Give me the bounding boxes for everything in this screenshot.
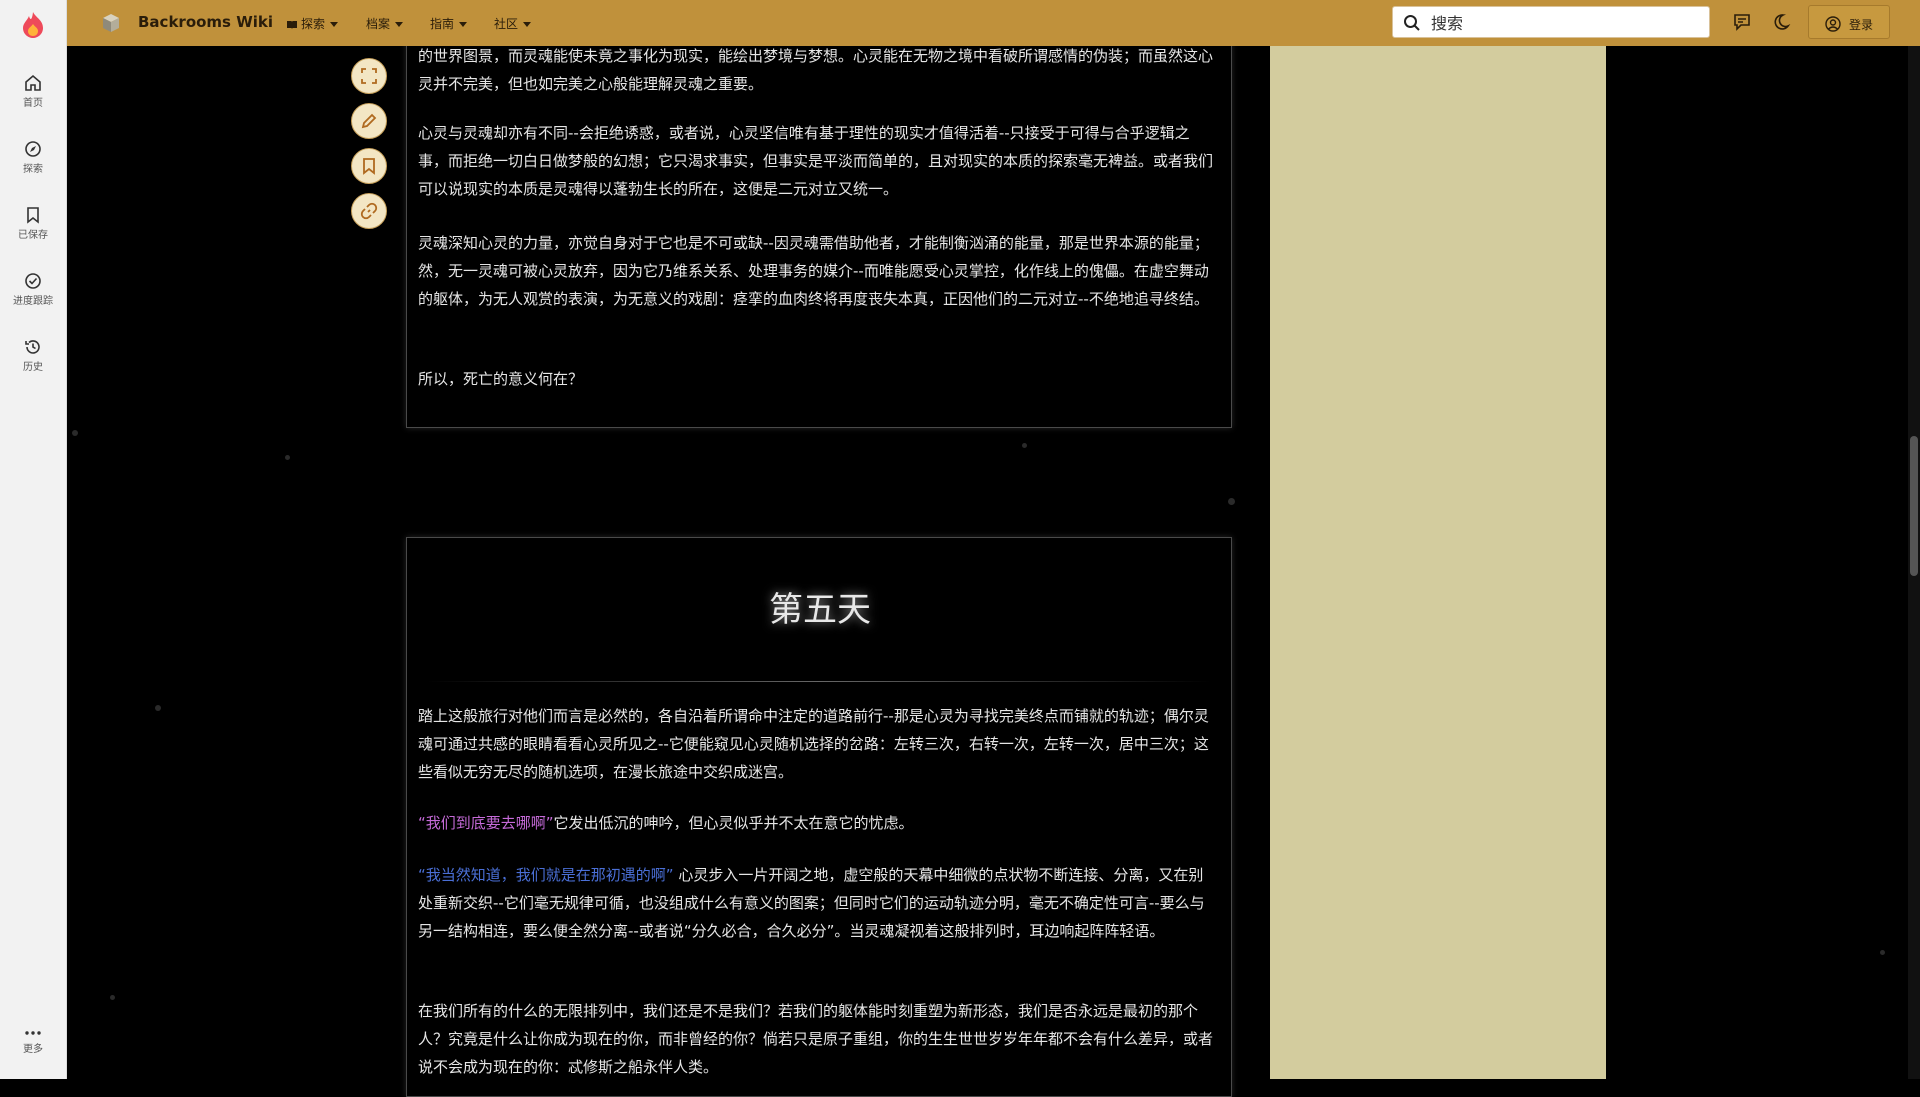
left-rail: 首页 探索 已保存 进度跟踪 历史 更多 <box>0 0 67 1079</box>
paragraph: 心灵与灵魂却亦有不同--会拒绝诱惑，或者说，心灵坚信唯有基于理性的现实才值得活着… <box>418 124 1214 198</box>
paragraph-text: 它发出低沉的呻吟，但心灵似乎并不太在意它的忧虑。 <box>553 814 914 832</box>
quote-pink: “我们到底要去哪啊” <box>418 814 554 832</box>
paragraph: 灵魂深知心灵的力量，亦觉自身对于它也是不可或缺--因灵魂需借助他者，才能制衡汹涌… <box>418 234 1209 308</box>
rail-item-explore[interactable]: 探索 <box>0 140 66 175</box>
site-logo-icon[interactable] <box>18 10 48 40</box>
site-title[interactable]: Backrooms Wiki <box>138 13 273 31</box>
nav-label: 探索 <box>301 17 326 31</box>
copy-link-button[interactable] <box>351 193 387 229</box>
section-heading: 第五天 <box>769 590 871 630</box>
content-box-day4: 的世界图景，而灵魂能使未竟之事化为现实，能绘出梦境与梦想。心灵能在无物之境中看破… <box>406 30 1232 428</box>
background-star <box>1022 443 1027 448</box>
paragraph-quote-pink: “我们到底要去哪啊”它发出低沉的呻吟，但心灵似乎并不太在意它的忧虑。 <box>418 809 1218 837</box>
rail-item-label: 更多 <box>23 1044 43 1055</box>
background-star <box>155 705 161 711</box>
history-icon <box>25 340 40 354</box>
chevron-down-icon <box>395 22 404 27</box>
user-icon <box>1825 16 1841 32</box>
nav-label: 社区 <box>494 17 519 31</box>
nav-label: 指南 <box>430 17 455 31</box>
nav-label: 档案 <box>366 17 391 31</box>
background-star <box>110 995 115 1000</box>
paragraph: 所以，死亡的意义何在？ <box>418 370 584 388</box>
rail-item-label: 历史 <box>23 362 43 373</box>
chevron-down-icon <box>523 22 532 27</box>
scrollbar-thumb[interactable] <box>1910 436 1918 576</box>
pencil-icon <box>361 113 377 129</box>
search-icon <box>1404 15 1420 31</box>
top-bar: Backrooms Wiki 探索 档案 指南 社区 登录 <box>66 0 1920 46</box>
background-star <box>1880 950 1885 955</box>
rail-item-label: 进度跟踪 <box>13 296 53 307</box>
right-sidebar-panel <box>1270 46 1606 1079</box>
expand-icon <box>361 68 377 84</box>
nav-guide[interactable]: 指南 <box>430 15 468 32</box>
edit-button[interactable] <box>351 103 387 139</box>
moon-icon[interactable] <box>1774 12 1794 32</box>
rail-item-label: 首页 <box>23 98 43 109</box>
search-box <box>1392 6 1710 38</box>
nav-archive[interactable]: 档案 <box>366 15 404 32</box>
divider <box>427 681 1211 682</box>
fullscreen-button[interactable] <box>351 58 387 94</box>
chevron-down-icon <box>330 22 339 27</box>
quote-blue: “我当然知道，我们就是在那初遇的啊” <box>418 866 674 884</box>
background-star <box>1228 498 1235 505</box>
login-label: 登录 <box>1849 18 1874 32</box>
bookmark-icon <box>27 207 39 224</box>
chevron-down-icon <box>459 22 468 27</box>
content-box-day5: 第五天 踏上这般旅行对他们而言是必然的，各自沿着所谓命中注定的道路前行--那是心… <box>406 537 1232 1097</box>
rail-item-label: 已保存 <box>18 230 48 241</box>
link-icon <box>360 202 378 220</box>
book-icon <box>287 21 297 29</box>
chat-icon[interactable] <box>1732 12 1752 32</box>
nav-community[interactable]: 社区 <box>494 15 532 32</box>
rail-item-saved[interactable]: 已保存 <box>0 206 66 241</box>
background-star <box>285 455 290 460</box>
paragraph: 的世界图景，而灵魂能使未竟之事化为现实，能绘出梦境与梦想。心灵能在无物之境中看破… <box>418 47 1214 93</box>
rail-item-history[interactable]: 历史 <box>0 338 66 373</box>
paragraph: 踏上这般旅行对他们而言是必然的，各自沿着所谓命中注定的道路前行--那是心灵为寻找… <box>418 707 1209 781</box>
compass-icon <box>25 141 41 157</box>
paragraph-quote-blue: “我当然知道，我们就是在那初遇的啊” 心灵步入一片开阔之地，虚空般的天幕中细微的… <box>418 861 1218 945</box>
bookmark-button[interactable] <box>351 148 387 184</box>
more-icon <box>25 1031 41 1035</box>
check-circle-icon <box>25 273 41 289</box>
rail-item-home[interactable]: 首页 <box>0 74 66 109</box>
search-input[interactable] <box>1429 11 1703 35</box>
rail-item-more[interactable]: 更多 <box>0 1028 66 1055</box>
home-icon <box>25 74 41 91</box>
nav-explore[interactable]: 探索 <box>286 15 339 32</box>
bookmark-icon <box>363 158 375 175</box>
cube-logo-icon[interactable] <box>100 12 122 34</box>
login-button[interactable]: 登录 <box>1808 5 1890 39</box>
paragraph: 在我们所有的什么的无限排列中，我们还是不是我们？若我们的躯体能时刻重塑为新形态，… <box>418 1002 1214 1076</box>
background-star <box>72 430 78 436</box>
rail-item-label: 探索 <box>23 164 43 175</box>
rail-item-progress[interactable]: 进度跟踪 <box>0 272 66 307</box>
